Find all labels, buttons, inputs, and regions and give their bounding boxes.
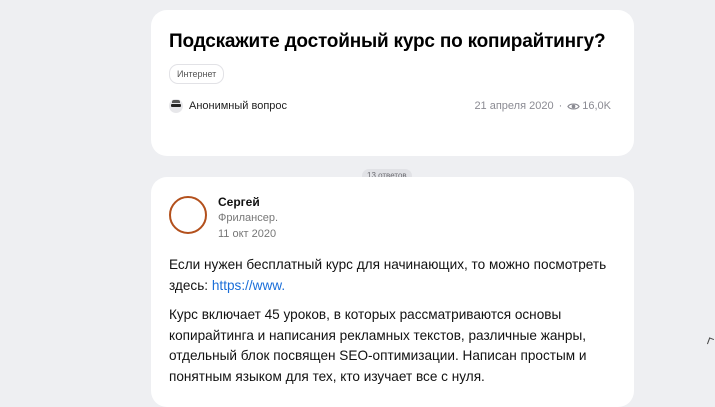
question-card: Подскажите достойный курс по копирайтинг… — [151, 10, 634, 156]
question-author-label: Анонимный вопрос — [189, 100, 288, 112]
answer-card: Сергей Фрилансер. 11 окт 2020 Если нужен… — [151, 177, 634, 407]
eye-icon — [567, 102, 581, 110]
topic-tag[interactable]: Интернет — [169, 64, 225, 84]
answer-paragraph-1: Если нужен бесплатный курс для начинающи… — [169, 255, 621, 296]
avatar[interactable] — [169, 196, 207, 234]
question-meta: 21 апреля 2020 · 16,0K — [474, 98, 611, 114]
question-author: Анонимный вопрос — [169, 98, 287, 114]
answer-date: 11 окт 2020 — [218, 228, 277, 240]
question-date: 21 апреля 2020 — [474, 100, 554, 112]
question-title[interactable]: Подскажите достойный курс по копирайтинг… — [169, 30, 606, 54]
views-count: 16,0K — [582, 100, 611, 112]
anonymous-user-icon — [169, 99, 183, 113]
meta-separator: · — [558, 100, 563, 112]
answer-author-name[interactable]: Сергей — [218, 195, 260, 209]
answer-author-role: Фрилансер. — [218, 212, 279, 224]
answer-link[interactable]: https://www. — [212, 278, 285, 293]
cursor-edge-mark — [706, 337, 715, 346]
answer-body: Если нужен бесплатный курс для начинающи… — [169, 255, 621, 396]
answer-paragraph-2: Курс включает 45 уроков, в которых рассм… — [169, 307, 587, 384]
